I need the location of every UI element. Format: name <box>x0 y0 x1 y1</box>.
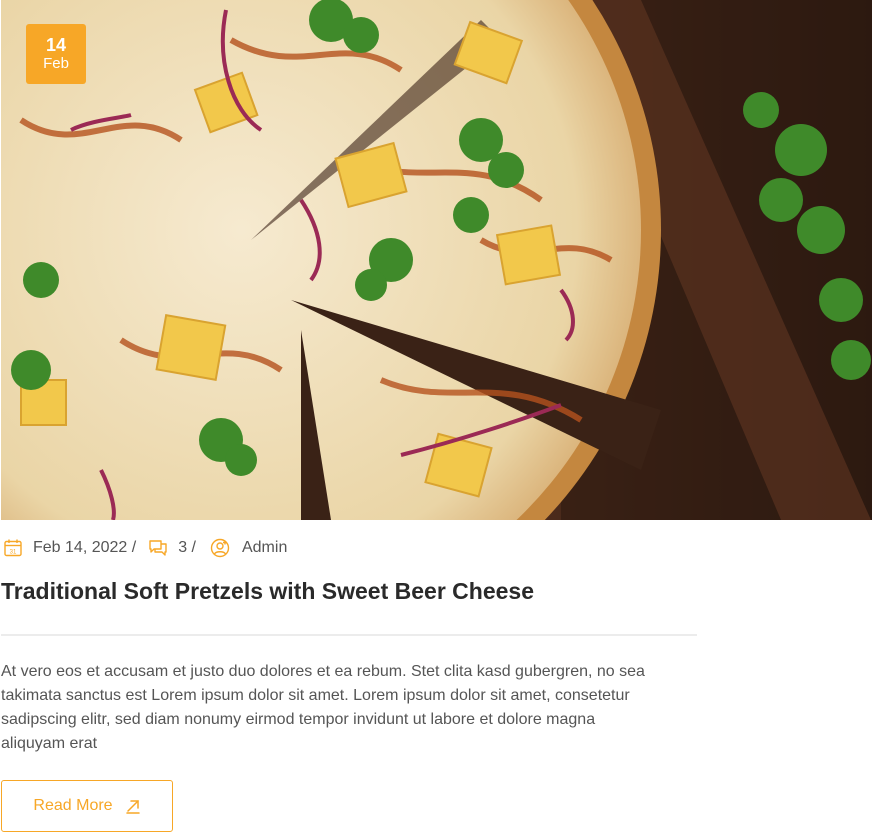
post-author[interactable]: Admin <box>242 539 287 557</box>
post-excerpt: At vero eos et accusam et justo duo dolo… <box>1 663 645 752</box>
post-date[interactable]: Feb 14, 2022 / <box>33 539 136 557</box>
comments-icon <box>148 538 168 558</box>
date-badge-month: Feb <box>43 55 69 72</box>
pizza-image <box>1 0 872 520</box>
post-meta: 31 Feb 14, 2022 / 3 / Admin <box>3 537 287 559</box>
calendar-icon: 31 <box>3 538 23 558</box>
date-badge-day: 14 <box>45 35 67 55</box>
post-comments-count[interactable]: 3 / <box>178 539 196 557</box>
divider <box>1 634 697 636</box>
read-more-label: Read More <box>33 797 113 814</box>
post-featured-image[interactable]: 14 Feb <box>1 0 872 520</box>
svg-text:31: 31 <box>10 550 17 556</box>
user-icon <box>210 538 230 558</box>
post-title[interactable]: Traditional Soft Pretzels with Sweet Bee… <box>1 576 534 606</box>
arrow-up-right-icon <box>125 798 141 814</box>
read-more-button[interactable]: Read More <box>1 780 173 832</box>
date-badge: 14 Feb <box>26 24 86 84</box>
